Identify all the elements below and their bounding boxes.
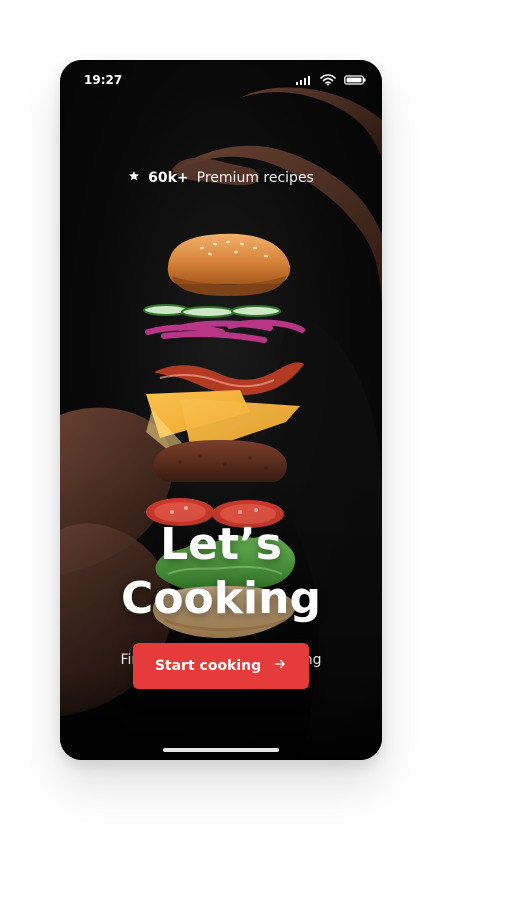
premium-recipes-badge: 60k+ Premium recipes <box>60 170 382 186</box>
arrow-right-icon <box>273 657 287 675</box>
signal-icon <box>296 75 312 85</box>
hero-title: Let’s Cooking <box>60 518 382 626</box>
hero-title-line-2: Cooking <box>121 573 321 624</box>
hero-title-line-1: Let’s <box>160 519 282 570</box>
status-icons <box>296 74 366 86</box>
status-bar: 19:27 <box>60 60 382 100</box>
wifi-icon <box>320 74 336 86</box>
premium-recipes-label: Premium recipes <box>196 170 314 186</box>
home-indicator <box>163 748 279 752</box>
premium-recipes-count: 60k+ <box>148 170 189 186</box>
star-icon <box>128 170 140 186</box>
start-cooking-label: Start cooking <box>154 658 262 674</box>
battery-icon <box>344 75 366 85</box>
start-cooking-button[interactable]: Start cooking <box>133 643 309 689</box>
phone-screen: 19:27 60k+ Premium recipes Let’s Cooking… <box>60 60 382 760</box>
status-time: 19:27 <box>84 73 123 87</box>
